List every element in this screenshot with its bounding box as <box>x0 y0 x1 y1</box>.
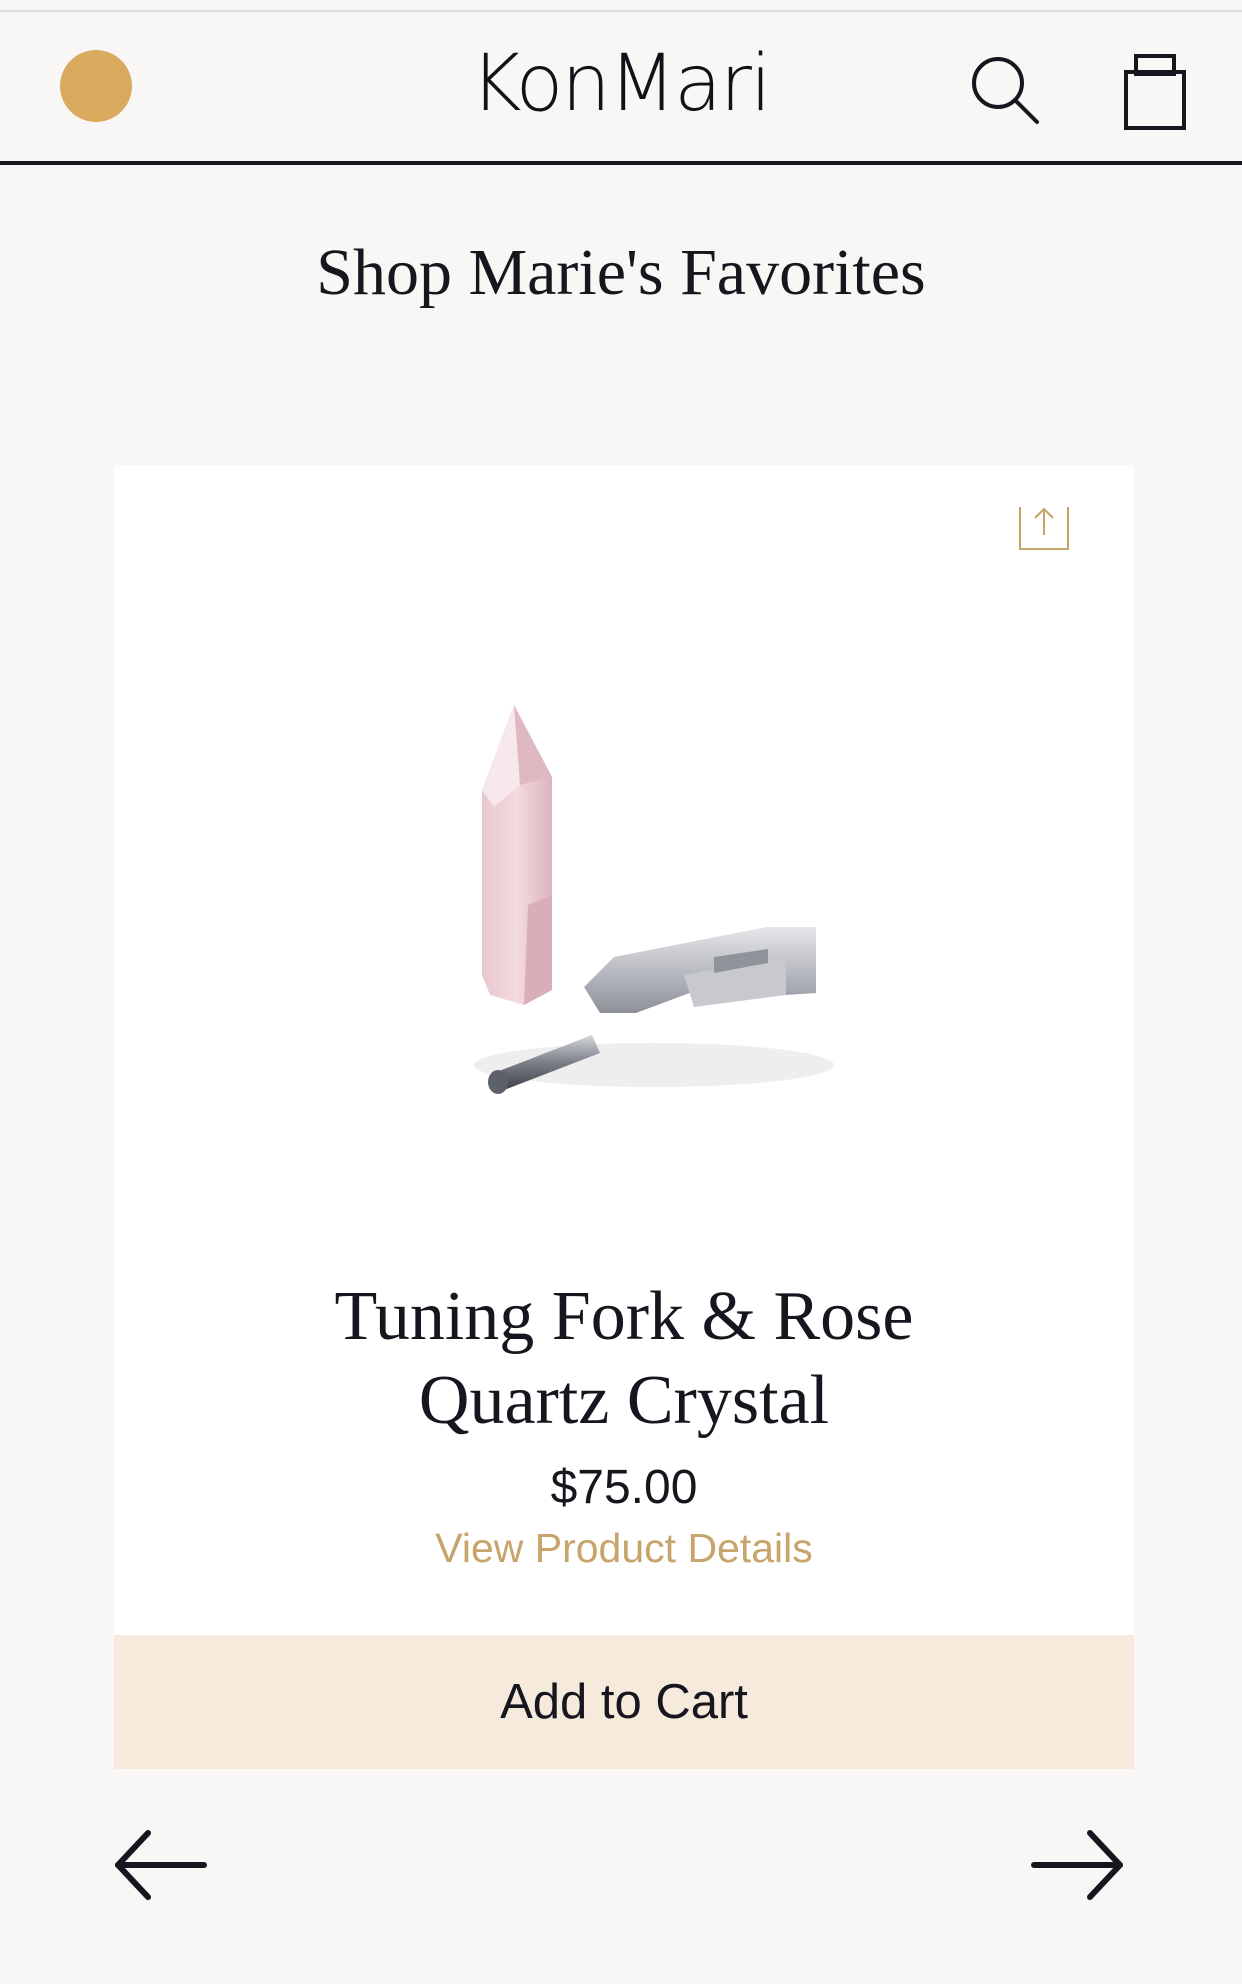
product-image[interactable] <box>424 695 864 1115</box>
arrow-left-icon[interactable] <box>112 1825 208 1905</box>
shopping-bag-icon[interactable] <box>1120 48 1190 132</box>
rose-quartz-crystal <box>482 705 552 1005</box>
arrow-right-icon[interactable] <box>1030 1825 1126 1905</box>
site-header: KonMari <box>0 12 1242 162</box>
product-name-line1: Tuning Fork & Rose <box>334 1278 914 1355</box>
share-icon[interactable] <box>1016 503 1072 553</box>
section-title: Shop Marie's Favorites <box>316 236 926 309</box>
header-divider <box>0 161 1242 165</box>
add-to-cart-button[interactable]: Add to Cart <box>114 1635 1134 1769</box>
menu-dot-icon[interactable] <box>60 50 132 122</box>
product-price: $75.00 <box>550 1461 698 1514</box>
site-logo[interactable]: KonMari <box>320 41 920 128</box>
search-icon[interactable] <box>965 50 1045 130</box>
product-name[interactable]: Tuning Fork & Rose Quartz Crystal <box>224 1275 1024 1443</box>
product-card: Tuning Fork & Rose Quartz Crystal $75.00… <box>114 465 1134 1769</box>
product-name-line2: Quartz Crystal <box>418 1362 830 1439</box>
view-product-details-link[interactable]: View Product Details <box>114 1525 1134 1572</box>
